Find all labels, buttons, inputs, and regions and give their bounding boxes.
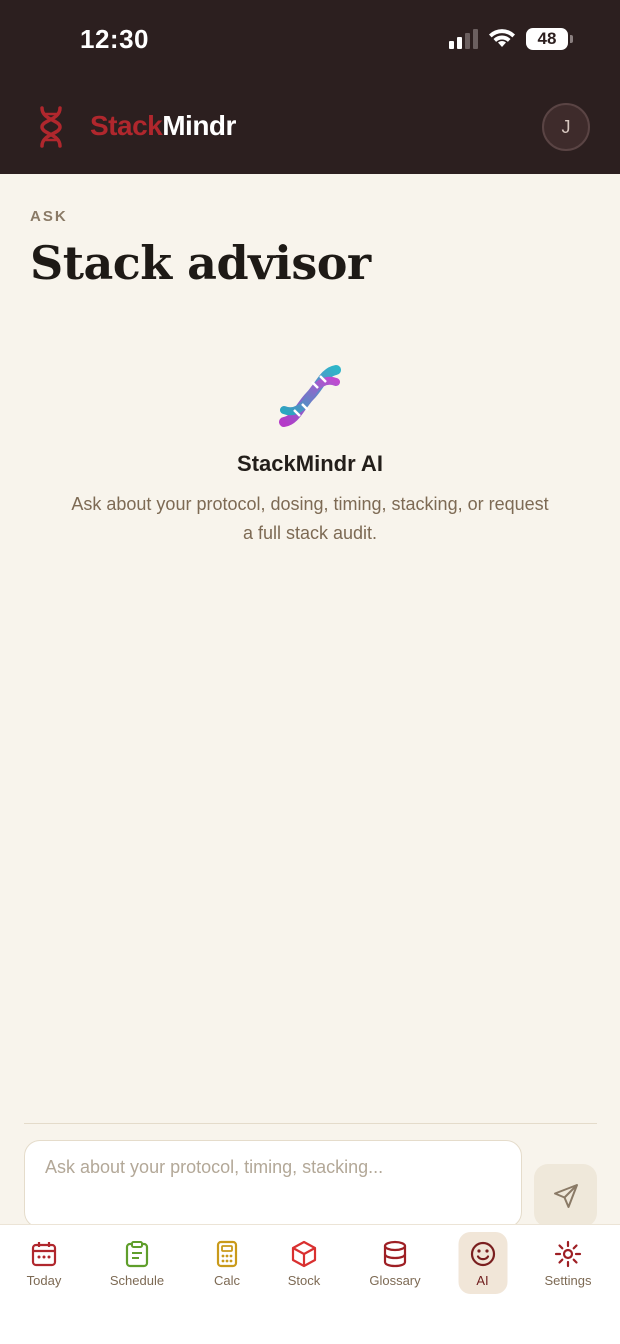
- battery-indicator: 48: [526, 28, 573, 50]
- brand-part-stack: Stack: [90, 110, 163, 141]
- message-input[interactable]: [24, 1140, 522, 1228]
- calculator-icon: [216, 1240, 238, 1268]
- tab-label: Today: [26, 1273, 62, 1288]
- app-root: 12:30 48 StackMindr J ASK Stack advisor …: [0, 0, 620, 1344]
- tab-label: Glossary: [369, 1273, 421, 1288]
- tab-label: Stock: [287, 1273, 321, 1288]
- tab-label: Settings: [544, 1273, 592, 1288]
- tab-ai[interactable]: AI: [458, 1225, 507, 1297]
- section-eyebrow: ASK: [30, 208, 68, 225]
- user-avatar[interactable]: J: [542, 103, 590, 151]
- status-icons: 48: [449, 28, 573, 50]
- gear-icon: [554, 1240, 582, 1268]
- brand-wordmark: StackMindr: [90, 110, 236, 142]
- clipboard-icon: [125, 1241, 149, 1268]
- send-icon: [553, 1183, 578, 1208]
- signal-icon: [449, 29, 478, 49]
- tab-label: Calc: [213, 1273, 240, 1288]
- send-button[interactable]: [534, 1164, 597, 1227]
- ai-assistant-name: StackMindr AI: [237, 451, 383, 476]
- tab-label: Schedule: [109, 1273, 165, 1288]
- database-icon: [383, 1240, 407, 1268]
- tab-calc[interactable]: Calc: [202, 1225, 252, 1297]
- composer-divider: [24, 1123, 597, 1124]
- smiley-icon: [470, 1241, 495, 1267]
- status-time: 12:30: [80, 24, 149, 54]
- page-title: Stack advisor: [30, 236, 371, 290]
- top-bar: 12:30 48 StackMindr J: [0, 0, 620, 174]
- bottom-tab-bar: Today Schedule Calc Stock Glossary AI Se…: [0, 1224, 620, 1344]
- tab-glossary[interactable]: Glossary: [360, 1225, 430, 1297]
- calendar-icon: [31, 1242, 57, 1267]
- box-icon: [291, 1240, 317, 1268]
- tab-stock[interactable]: Stock: [278, 1225, 330, 1297]
- tab-schedule[interactable]: Schedule: [101, 1225, 173, 1297]
- ai-assistant-description: Ask about your protocol, dosing, timing,…: [71, 494, 549, 543]
- tab-settings[interactable]: Settings: [536, 1225, 600, 1297]
- tab-label: AI: [476, 1273, 489, 1288]
- tab-today[interactable]: Today: [14, 1225, 74, 1297]
- wifi-icon: [489, 29, 515, 47]
- brand-part-mindr: Mindr: [162, 110, 236, 141]
- dna-icon: [279, 365, 341, 427]
- dna-logo-icon: [40, 106, 62, 148]
